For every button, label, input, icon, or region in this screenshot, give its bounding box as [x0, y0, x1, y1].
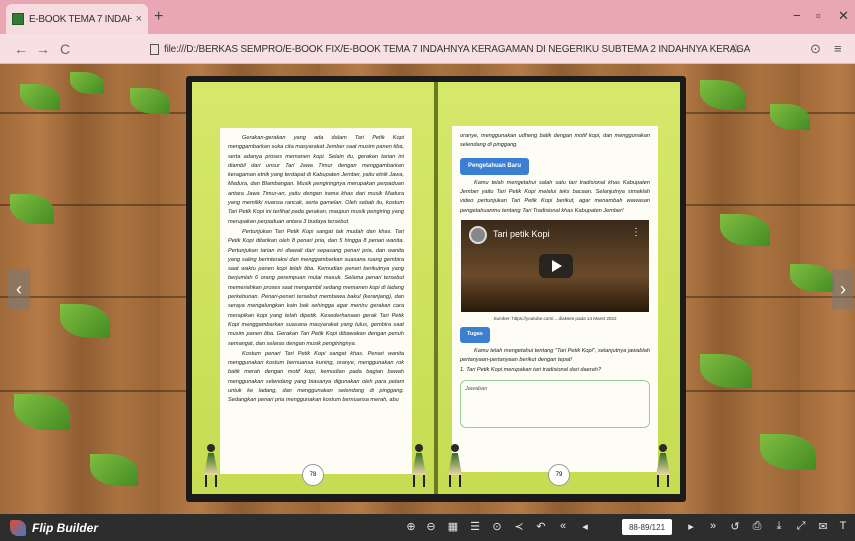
next-page-icon[interactable]: ▸ — [684, 520, 698, 533]
tab-bar: E-BOOK TEMA 7 INDAHNYA KE × + − ▫ ✕ — [0, 0, 855, 34]
download-icon[interactable]: ⤓ — [772, 520, 786, 533]
brand-name: Flip Builder — [32, 521, 98, 535]
autoplay-icon[interactable]: ⊙ — [490, 520, 504, 533]
channel-avatar-icon — [469, 226, 487, 245]
url-field[interactable]: file:///D:/BERKAS SEMPRO/E-BOOK FIX/E-BO… — [150, 39, 750, 59]
address-bar: ← → C file:///D:/BERKAS SEMPRO/E-BOOK FI… — [0, 34, 855, 64]
page-number-right: 79 — [548, 464, 570, 486]
right-text-panel: oranye, menggunakan udheng batik dengan … — [452, 126, 658, 472]
paragraph: Pertunjukan Tari Petik Kopi sangat tak m… — [228, 228, 404, 347]
print-icon[interactable]: ⎙ — [750, 520, 764, 533]
refresh-icon[interactable]: ↺ — [728, 520, 742, 533]
pocket-icon[interactable]: ⊙ — [810, 41, 821, 57]
email-icon[interactable]: ✉ — [816, 520, 830, 533]
play-icon[interactable] — [539, 254, 573, 279]
url-text: file:///D:/BERKAS SEMPRO/E-BOOK FIX/E-BO… — [164, 43, 750, 55]
paragraph: Kamu telah mengetahui tentang "Tari Peti… — [460, 347, 650, 363]
task-label: Tugas — [460, 327, 490, 343]
thumbnails-icon[interactable]: ▦ — [446, 520, 460, 533]
close-window-button[interactable]: ✕ — [838, 8, 849, 24]
leaf-decoration — [700, 354, 752, 388]
reload-button[interactable]: C — [60, 41, 70, 57]
answer-label: Jawaban — [465, 385, 488, 392]
browser-tab[interactable]: E-BOOK TEMA 7 INDAHNYA KE × — [6, 4, 148, 34]
zoom-in-icon[interactable]: ⊕ — [404, 520, 418, 533]
leaf-decoration — [720, 214, 770, 246]
menu-icon[interactable]: ≡ — [834, 41, 842, 56]
video-caption: Sumber: https://youtube.com/... diakses … — [493, 316, 617, 322]
leaf-decoration — [10, 194, 54, 224]
ebook-favicon-icon — [12, 13, 24, 25]
flipbook-toolbar: Flip Builder ⊕ ⊖ ▦ ☰ ⊙ ≺ ↶ « ◂ 88-89/121… — [0, 514, 855, 541]
dancer-illustration — [200, 444, 222, 488]
video-title: Tari petik Kopi — [493, 229, 550, 240]
next-page-arrow[interactable]: › — [832, 269, 854, 309]
leaf-decoration — [130, 88, 170, 114]
page-indicator-input[interactable]: 88-89/121 — [622, 519, 672, 535]
dancer-illustration — [408, 444, 430, 488]
undo-icon[interactable]: ↶ — [534, 520, 548, 533]
flipbook-viewer: ‹ › Gerakan-gerakan yang ada dalam Tari … — [0, 64, 855, 514]
tab-close-button[interactable]: × — [136, 13, 142, 25]
leaf-decoration — [14, 394, 70, 430]
first-page-icon[interactable]: « — [556, 520, 570, 532]
leaf-decoration — [70, 72, 104, 94]
previous-page-icon[interactable]: ◂ — [578, 520, 592, 533]
maximize-button[interactable]: ▫ — [816, 8, 821, 23]
file-icon — [150, 43, 159, 55]
leaf-decoration — [760, 434, 816, 470]
paragraph: Kostum penari Tari Petik Kopi sangat kha… — [228, 350, 404, 404]
tab-title: E-BOOK TEMA 7 INDAHNYA KE — [29, 13, 132, 25]
fullscreen-icon[interactable]: ⤢ — [794, 520, 808, 533]
leaf-decoration — [90, 454, 138, 486]
previous-page-arrow[interactable]: ‹ — [8, 269, 30, 309]
bookmark-star-icon[interactable]: ☆ — [730, 41, 742, 57]
leaf-decoration — [700, 80, 746, 110]
open-book: Gerakan-gerakan yang ada dalam Tari Peti… — [186, 76, 686, 502]
leaf-decoration — [20, 84, 60, 110]
dancer-illustration — [652, 444, 674, 488]
text-icon[interactable]: T — [836, 520, 850, 532]
page-number-left: 78 — [302, 464, 324, 486]
leaf-decoration — [790, 264, 834, 292]
zoom-out-icon[interactable]: ⊖ — [424, 520, 438, 533]
forward-button[interactable]: → — [36, 41, 50, 57]
flipbuilder-logo-icon — [10, 520, 26, 536]
paragraph: Gerakan-gerakan yang ada dalam Tari Peti… — [228, 135, 405, 225]
section-label: Pengetahuan Baru — [460, 157, 530, 175]
last-page-icon[interactable]: » — [706, 520, 720, 532]
dancer-illustration — [444, 444, 466, 488]
video-menu-icon[interactable]: ⋮ — [631, 227, 641, 237]
share-icon[interactable]: ≺ — [512, 520, 526, 533]
paragraph: Kamu telah mengetahui salah satu tari tr… — [460, 179, 650, 214]
video-player[interactable]: Tari petik Kopi ⋮ — [461, 220, 649, 313]
new-tab-button[interactable]: + — [154, 8, 163, 26]
question: 1. Tari Petik Kopi merupakan tari tradis… — [460, 367, 601, 374]
right-page[interactable]: oranye, menggunakan udheng batik dengan … — [438, 82, 680, 494]
back-button[interactable]: ← — [14, 41, 28, 57]
brand-logo: Flip Builder — [10, 520, 98, 536]
left-page[interactable]: Gerakan-gerakan yang ada dalam Tari Peti… — [192, 82, 434, 494]
left-text-panel: Gerakan-gerakan yang ada dalam Tari Peti… — [220, 128, 412, 474]
leaf-decoration — [60, 304, 110, 338]
paragraph: oranye, menggunakan udheng batik dengan … — [460, 133, 650, 149]
minimize-button[interactable]: − — [793, 8, 801, 23]
contents-icon[interactable]: ☰ — [468, 520, 482, 533]
answer-field[interactable]: Jawaban — [460, 379, 650, 428]
leaf-decoration — [770, 104, 810, 130]
